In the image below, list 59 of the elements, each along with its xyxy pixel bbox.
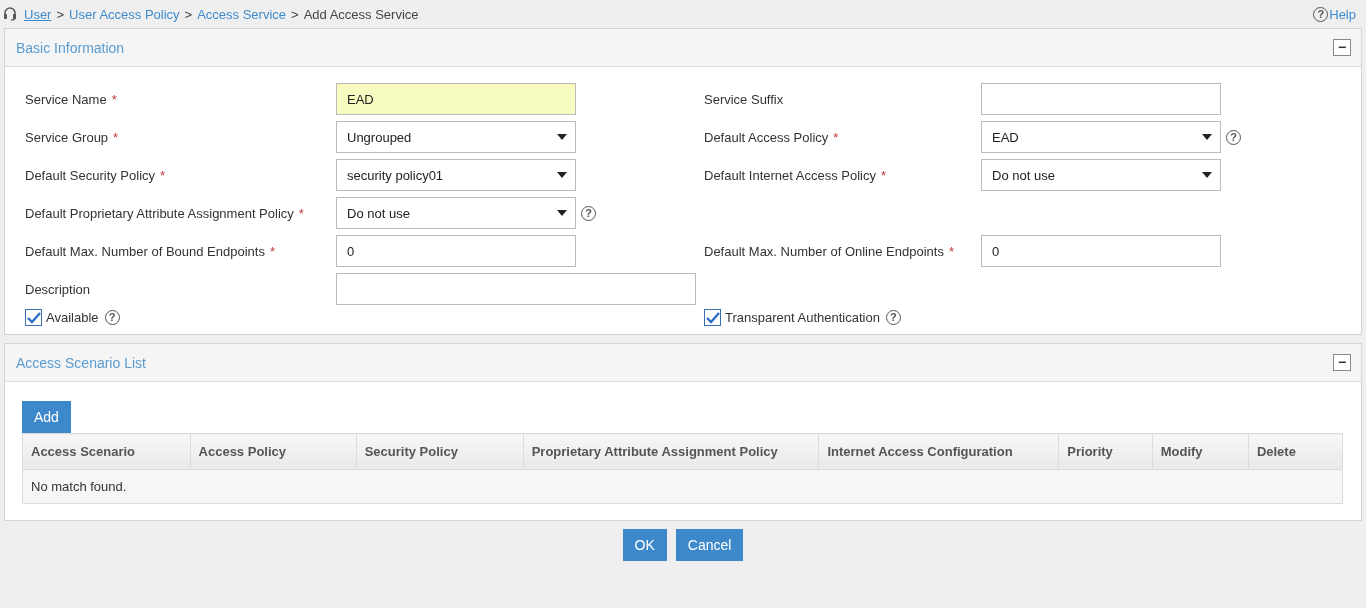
input-field[interactable]	[981, 83, 1221, 115]
empty-table-message: No match found.	[22, 469, 1343, 504]
checkbox-label: Available	[46, 310, 99, 325]
required-mark: *	[111, 91, 117, 107]
panel-title: Basic Information	[16, 39, 125, 56]
caret-icon	[1202, 172, 1212, 178]
column-header: Priority	[1058, 433, 1153, 470]
required-mark: *	[833, 129, 839, 145]
cancel-button[interactable]: Cancel	[675, 529, 744, 561]
dropdown[interactable]: Do not use	[981, 159, 1221, 191]
field-label: Default Security Policy	[25, 167, 156, 183]
input-field[interactable]	[336, 273, 696, 305]
field-label: Default Internet Access Policy	[704, 167, 876, 183]
panel-title: Access Scenario List	[16, 354, 146, 371]
field-label: Description	[25, 281, 91, 297]
column-header: Internet Access Configuration	[818, 433, 1059, 470]
required-mark: *	[113, 129, 119, 145]
field-label: Service Group	[25, 129, 109, 145]
dropdown[interactable]: EAD	[981, 121, 1221, 153]
required-mark: *	[298, 205, 304, 221]
required-mark: *	[160, 167, 166, 183]
required-mark: *	[948, 243, 954, 259]
checkbox-label: Transparent Authentication	[725, 310, 880, 325]
add-button[interactable]: Add	[22, 401, 71, 433]
checkbox[interactable]	[704, 309, 721, 326]
required-mark: *	[269, 243, 275, 259]
required-mark: *	[881, 167, 887, 183]
field-label: Default Max. Number of Bound Endpoints	[25, 243, 265, 259]
checkbox[interactable]	[25, 309, 42, 326]
column-header: Access Scenario	[22, 433, 191, 470]
dropdown[interactable]: Do not use	[336, 197, 576, 229]
column-header: Modify	[1152, 433, 1249, 470]
caret-icon	[557, 172, 567, 178]
ok-button[interactable]: OK	[622, 529, 667, 561]
help-link[interactable]: ? Help	[1311, 6, 1356, 22]
field-label: Default Proprietary Attribute Assignment Policy	[25, 205, 294, 221]
field-label: Default Access Policy	[704, 129, 829, 145]
column-header: Access Policy	[190, 433, 357, 470]
input-field[interactable]: 0	[981, 235, 1221, 267]
breadcrumb-separator: >	[184, 6, 193, 22]
collapse-button[interactable]: −	[1333, 354, 1351, 371]
dropdown[interactable]: security policy01	[336, 159, 576, 191]
collapse-button[interactable]: −	[1333, 39, 1351, 56]
breadcrumb-separator: >	[291, 6, 299, 22]
field-label: Service Name	[25, 91, 107, 107]
column-header: Proprietary Attribute Assignment Policy	[523, 433, 819, 470]
input-field[interactable]: 0	[336, 235, 576, 267]
breadcrumb-current: Add Access Service	[303, 6, 419, 22]
headset-icon	[3, 7, 19, 21]
input-field[interactable]: EAD	[336, 83, 576, 115]
caret-icon	[557, 134, 567, 140]
caret-icon	[557, 210, 567, 216]
column-header: Delete	[1248, 433, 1343, 470]
column-header: Security Policy	[356, 433, 524, 470]
field-label: Default Max. Number of Online Endpoints	[704, 243, 944, 259]
caret-icon	[1202, 134, 1212, 140]
dropdown[interactable]: Ungrouped	[336, 121, 576, 153]
field-label: Service Suffix	[704, 91, 784, 107]
breadcrumb-separator: >	[56, 6, 65, 22]
